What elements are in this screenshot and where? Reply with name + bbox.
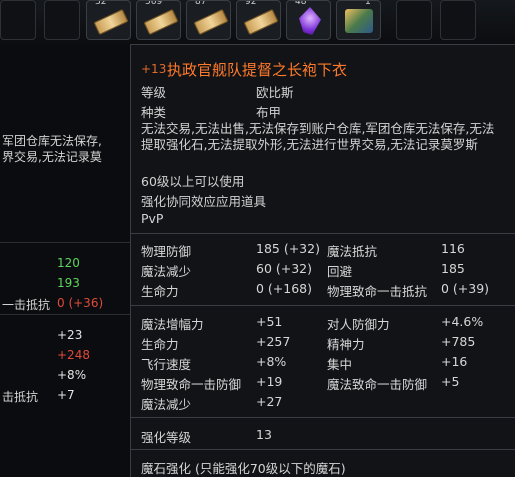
stat-value: 116 <box>441 241 465 256</box>
character-stats-panel: 军团仓库无法保存, 界交易,无法记录莫 120 193 一击抵抗 0 (+36)… <box>0 44 130 477</box>
grade-value: 欧比斯 <box>256 85 294 100</box>
item-count: 1 <box>365 0 371 7</box>
stat-value: +16 <box>441 354 468 369</box>
stat-value: +5 <box>441 374 460 389</box>
item-count: 569 <box>145 0 163 7</box>
stat-label: 飞行速度 <box>141 357 192 372</box>
item-count: 87 <box>195 0 207 7</box>
divider <box>131 449 515 450</box>
manastone-info: 魔石强化 (只能强化70级以下的魔石) <box>141 461 346 476</box>
inventory-slot-empty[interactable] <box>0 0 36 40</box>
inventory-slot[interactable]: 48 <box>286 0 331 40</box>
pvp-tag: PvP <box>141 211 164 226</box>
scroll-icon <box>193 8 229 36</box>
crystal-icon <box>299 7 321 35</box>
stat-value: +7 <box>57 388 75 402</box>
stat-label: 魔法减少 <box>141 397 192 412</box>
stat-label: 回避 <box>327 264 353 279</box>
divider <box>131 305 515 306</box>
scroll-icon <box>143 8 179 36</box>
item-title: 执政官舰队提督之长袍下衣 <box>167 61 348 79</box>
item-count: 48 <box>295 0 307 7</box>
stat-value: 0 (+168) <box>256 281 313 296</box>
enchant-level: +13 <box>141 62 167 76</box>
inventory-slot-empty[interactable] <box>440 0 476 40</box>
stat-value: +8% <box>57 368 87 382</box>
inventory-slot-empty[interactable] <box>396 0 432 40</box>
type-value: 布甲 <box>256 105 282 120</box>
stat-value: 0 (+39) <box>441 281 490 296</box>
stat-label: 物理致命一击防御 <box>141 377 242 392</box>
enhance-value: 13 <box>256 427 272 442</box>
panel-desc-line: 军团仓库无法保存, <box>2 134 102 148</box>
item-restrictions: 无法交易,无法出售,无法保存到账户仓库,军团仓库无法保存,无法提取强化石,无法提… <box>141 121 495 152</box>
stat-value: +23 <box>57 328 83 342</box>
stat-label: 生命力 <box>141 284 179 299</box>
panel-desc-line: 界交易,无法记录莫 <box>2 150 102 164</box>
stat-value: 193 <box>57 276 80 290</box>
stat-value: +51 <box>256 314 283 329</box>
inventory-slot[interactable]: 92 <box>236 0 281 40</box>
stat-value: +8% <box>256 354 287 369</box>
stat-value: 60 (+32) <box>256 261 313 276</box>
stat-label: 物理致命一击抵抗 <box>327 284 428 299</box>
stat-value: +785 <box>441 334 476 349</box>
stat-label: 魔法致命一击防御 <box>327 377 428 392</box>
stat-label: 生命力 <box>141 337 179 352</box>
inventory-slot-empty[interactable] <box>44 0 80 40</box>
stat-label: 对人防御力 <box>327 317 390 332</box>
stat-label: 魔法增幅力 <box>141 317 204 332</box>
stat-value: +19 <box>256 374 283 389</box>
inventory-slot[interactable]: 569 <box>136 0 181 40</box>
stat-label: 一击抵抗 <box>2 298 51 312</box>
inventory-slot[interactable]: 1 <box>336 0 381 40</box>
stat-value: +27 <box>256 394 283 409</box>
stat-value: +257 <box>256 334 291 349</box>
stat-label: 魔法减少 <box>141 264 192 279</box>
divider <box>0 314 130 315</box>
stat-value: 0 (+36) <box>57 296 104 310</box>
stat-value: 120 <box>57 256 80 270</box>
divider <box>131 233 515 234</box>
stat-value: 185 (+32) <box>256 241 320 256</box>
stat-label: 魔法抵抗 <box>327 244 378 259</box>
item-count: 92 <box>245 0 257 7</box>
scroll-icon <box>243 8 279 36</box>
divider <box>0 242 130 243</box>
enhance-label: 强化等级 <box>141 430 192 445</box>
divider <box>131 417 515 418</box>
grade-label: 等级 <box>141 85 167 100</box>
scroll-icon <box>93 8 129 36</box>
stat-value: 185 <box>441 261 465 276</box>
stat-label: 击抵抗 <box>2 390 39 404</box>
inventory-strip: 32 569 87 92 48 1 <box>0 0 515 45</box>
inventory-slot[interactable]: 87 <box>186 0 231 40</box>
type-label: 种类 <box>141 105 167 120</box>
item-count: 32 <box>95 0 107 7</box>
stat-label: 集中 <box>327 357 353 372</box>
item-tooltip: +13 执政官舰队提督之长袍下衣 等级 欧比斯 种类 布甲 无法交易,无法出售,… <box>130 44 515 477</box>
synergy-note: 强化协同效应应用道具 <box>141 194 267 209</box>
stat-value: +4.6% <box>441 314 484 329</box>
gem-icon <box>345 9 373 33</box>
stat-label: 精神力 <box>327 337 365 352</box>
stat-value: +248 <box>57 348 90 362</box>
stat-label: 物理防御 <box>141 244 192 259</box>
inventory-slot[interactable]: 32 <box>86 0 131 40</box>
level-requirement: 60级以上可以使用 <box>141 174 245 189</box>
